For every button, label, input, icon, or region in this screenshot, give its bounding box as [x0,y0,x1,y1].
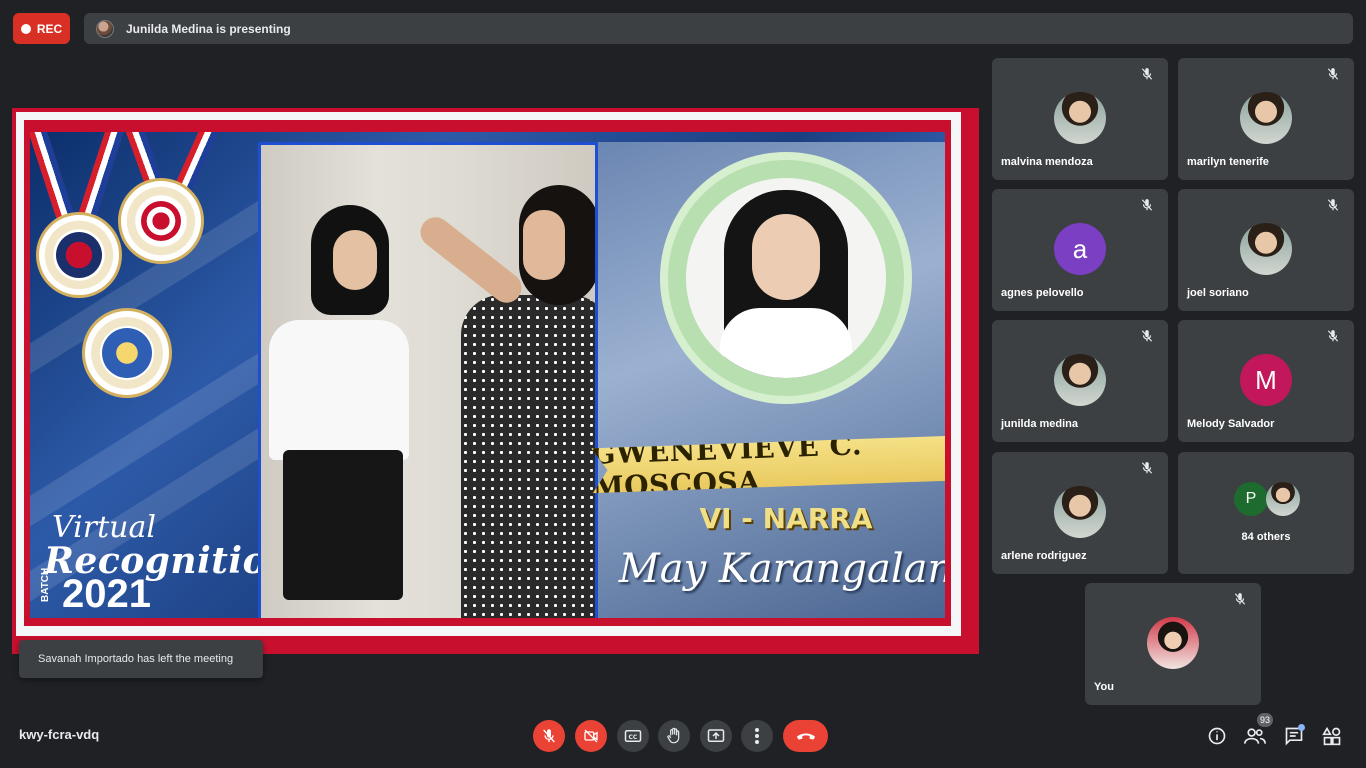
meeting-code: kwy-fcra-vdq [19,727,100,742]
participant-name: arlene rodriguez [1001,550,1087,562]
mic-off-icon [543,729,555,743]
honoree-section: VI - NARRA [699,502,873,535]
info-icon [1208,727,1226,745]
batch-year: 2021 [62,572,151,616]
slide-border: Virtual Recognition BATCH 2021 GWENEVIEV… [24,120,951,626]
raise-hand-icon [667,727,680,744]
presenting-text: Junilda Medina is presenting [126,21,291,36]
present-icon [707,729,725,742]
self-avatar [1147,617,1199,669]
school-seal-icon [118,178,204,264]
toast-message: Savanah Importado has left the meeting [38,653,234,665]
slide-background: Virtual Recognition BATCH 2021 GWENEVIEV… [30,132,945,618]
participant-tile[interactable]: arlene rodriguez [992,452,1168,574]
mic-off-icon [1141,68,1153,80]
mic-off-icon [1327,68,1339,80]
division-seal-icon [36,212,122,298]
self-name: You [1094,681,1114,693]
participant-avatar [1054,92,1106,144]
slide-frame: Virtual Recognition BATCH 2021 GWENEVIEV… [16,112,961,636]
participant-avatar: a [1054,223,1106,275]
batch-label: BATCH [40,567,51,602]
presentation-screen: Virtual Recognition BATCH 2021 GWENEVIEV… [12,108,979,654]
camera-toggle-button[interactable] [575,720,607,752]
mic-off-icon [1141,199,1153,211]
participant-tile[interactable]: marilyn tenerife [1178,58,1354,180]
presenting-banner: Junilda Medina is presenting [84,13,1353,44]
leave-call-button[interactable] [783,720,828,752]
participant-tile[interactable]: joel soriano [1178,189,1354,311]
honoree-panel: GWENEVIEVE C. MOSCOSA VI - NARRA May Kar… [598,142,945,618]
activities-icon [1322,726,1341,746]
participant-name: junilda medina [1001,418,1079,430]
participant-tile[interactable]: M Melody Salvador [1178,320,1354,442]
participant-name: joel soriano [1187,287,1249,299]
left-meeting-toast: Savanah Importado has left the meeting [19,640,263,678]
present-now-button[interactable] [700,720,732,752]
activities-button[interactable] [1321,725,1343,747]
people-icon [1244,728,1266,744]
honor-title: May Karangalan [618,546,945,592]
rec-label: REC [36,21,63,36]
more-icon [755,728,759,744]
ceremony-photo [258,142,598,618]
participant-tile[interactable]: junilda medina [992,320,1168,442]
participant-name: Melody Salvador [1187,418,1275,430]
honoree-name-banner: GWENEVIEVE C. MOSCOSA [591,429,945,498]
mic-off-icon [1234,593,1246,605]
portrait-frame [660,152,912,404]
participant-tile[interactable]: malvina mendoza [992,58,1168,180]
participant-name: malvina mendoza [1001,156,1093,168]
self-tile[interactable]: You [1085,583,1261,705]
record-dot-icon [20,23,31,34]
show-everyone-button[interactable] [1244,725,1266,747]
captions-button[interactable]: CC [617,720,649,752]
end-call-icon [796,733,815,740]
participant-avatar: M [1240,354,1292,406]
captions-icon: CC [624,730,642,742]
participant-avatar [1054,354,1106,406]
meeting-details-button[interactable] [1206,725,1228,747]
mic-off-icon [1141,462,1153,474]
participant-avatar: P [1234,482,1268,516]
mic-off-icon [1327,199,1339,211]
mic-off-icon [1141,330,1153,342]
others-count[interactable]: 84 others [1178,531,1354,543]
deped-seal-icon [82,308,172,398]
participant-avatar [1054,486,1106,538]
participant-avatar [1240,92,1292,144]
participant-tile[interactable]: P 84 others [1178,452,1354,574]
unread-indicator [1298,724,1305,731]
parent-figure [461,295,595,618]
student-figure [269,320,409,460]
more-options-button[interactable] [741,720,773,752]
participant-tile[interactable]: a agnes pelovello [992,189,1168,311]
people-count-badge: 93 [1257,713,1273,727]
participant-name: marilyn tenerife [1187,156,1269,168]
svg-text:CC: CC [629,734,638,741]
presenter-avatar [96,19,114,38]
raise-hand-button[interactable] [658,720,690,752]
participant-name: agnes pelovello [1001,287,1084,299]
participant-avatar [1240,223,1292,275]
camera-off-icon [584,729,598,743]
honoree-portrait [686,178,886,378]
participant-avatar [1266,482,1300,516]
recording-indicator[interactable]: REC [13,13,70,44]
mic-toggle-button[interactable] [533,720,565,752]
mic-off-icon [1327,330,1339,342]
